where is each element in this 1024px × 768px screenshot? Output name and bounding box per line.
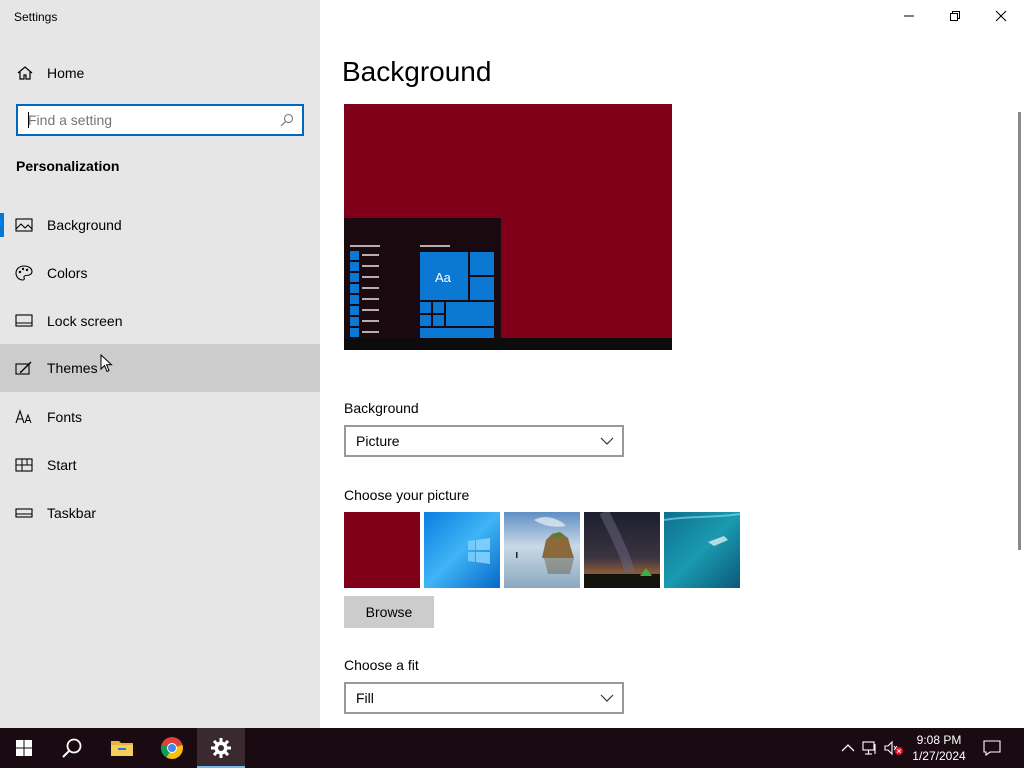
thumbnail-beach-rocks[interactable]	[504, 512, 580, 588]
sidebar-item-label: Themes	[47, 360, 98, 376]
windows-logo-icon	[16, 740, 32, 756]
sidebar-item-themes[interactable]: Themes	[0, 344, 320, 392]
search-input[interactable]	[18, 106, 268, 134]
background-type-value: Picture	[356, 433, 400, 449]
home-icon	[17, 66, 33, 80]
text-caret	[28, 112, 29, 128]
start-icon	[15, 458, 33, 472]
file-explorer-button[interactable]	[98, 728, 146, 768]
fonts-icon	[15, 409, 32, 424]
sidebar-item-taskbar[interactable]: Taskbar	[0, 489, 320, 537]
preview-start-menu-art	[350, 245, 494, 338]
chevron-up-icon[interactable]	[840, 740, 856, 756]
search-icon	[62, 738, 82, 758]
palette-icon	[15, 265, 33, 281]
home-label: Home	[47, 65, 85, 81]
chevron-down-icon	[600, 437, 614, 445]
restore-button[interactable]	[932, 0, 978, 32]
active-indicator	[0, 213, 4, 237]
scrollbar[interactable]	[1018, 112, 1021, 550]
settings-taskbar-button[interactable]	[197, 728, 245, 768]
lock-screen-icon	[15, 314, 33, 327]
picture-icon	[15, 218, 33, 232]
start-button[interactable]	[0, 728, 48, 768]
close-button[interactable]	[978, 0, 1024, 32]
background-type-label: Background	[344, 400, 419, 416]
fit-value: Fill	[356, 690, 374, 706]
sidebar-item-colors[interactable]: Colors	[0, 249, 320, 297]
minimize-button[interactable]	[886, 0, 932, 32]
search-box[interactable]	[16, 104, 304, 136]
chrome-icon	[160, 737, 183, 759]
taskbar: 9:08 PM 1/27/2024	[0, 728, 1024, 768]
action-center-icon[interactable]	[983, 740, 1001, 756]
background-preview: Aa	[344, 104, 672, 350]
settings-window: Settings Home Personalization Background	[0, 0, 1024, 728]
close-icon	[995, 10, 1007, 22]
thumbnail-red[interactable]	[344, 512, 420, 588]
section-title: Personalization	[16, 158, 120, 174]
sidebar: Settings Home Personalization Background	[0, 0, 320, 728]
search-icon[interactable]	[280, 113, 294, 127]
home-link[interactable]: Home	[0, 56, 320, 90]
file-explorer-icon	[111, 741, 133, 756]
chrome-button[interactable]	[148, 728, 196, 768]
sidebar-item-lock-screen[interactable]: Lock screen	[0, 297, 320, 345]
mouse-cursor-icon	[100, 354, 113, 373]
sidebar-item-label: Colors	[47, 265, 88, 281]
sidebar-item-background[interactable]: Background	[0, 201, 320, 249]
settings-icon	[211, 738, 231, 758]
system-clock[interactable]: 9:08 PM 1/27/2024	[900, 732, 978, 764]
preview-tile-text: Aa	[435, 270, 451, 285]
choose-fit-label: Choose a fit	[344, 657, 419, 673]
sidebar-item-fonts[interactable]: Fonts	[0, 393, 320, 441]
sidebar-item-label: Taskbar	[47, 505, 97, 521]
sidebar-item-label: Start	[47, 457, 77, 473]
thumbnail-underwater[interactable]	[663, 512, 741, 588]
minimize-icon	[904, 15, 914, 17]
taskbar-search-button[interactable]	[48, 728, 96, 768]
restore-icon	[950, 11, 960, 21]
thumbnail-windows-blue[interactable]	[424, 512, 500, 588]
browse-button[interactable]: Browse	[344, 596, 434, 628]
clock-time: 9:08 PM	[916, 733, 962, 747]
chevron-down-icon	[600, 694, 614, 702]
sidebar-item-start[interactable]: Start	[0, 441, 320, 489]
choose-picture-label: Choose your picture	[344, 487, 470, 503]
fit-dropdown[interactable]: Fill	[344, 682, 624, 714]
app-title: Settings	[14, 10, 58, 24]
clock-date: 1/27/2024	[912, 749, 966, 763]
themes-icon	[15, 361, 32, 375]
sidebar-item-label: Fonts	[47, 409, 83, 425]
page-title: Background	[342, 56, 492, 87]
background-type-dropdown[interactable]: Picture	[344, 425, 624, 457]
preview-taskbar	[344, 338, 672, 350]
network-icon[interactable]	[862, 740, 878, 756]
taskbar-icon	[15, 508, 33, 518]
thumbnail-night-sky[interactable]	[584, 509, 660, 588]
sidebar-item-label: Background	[47, 217, 122, 233]
sidebar-item-label: Lock screen	[47, 313, 123, 329]
preview-start-menu: Aa	[344, 218, 501, 338]
